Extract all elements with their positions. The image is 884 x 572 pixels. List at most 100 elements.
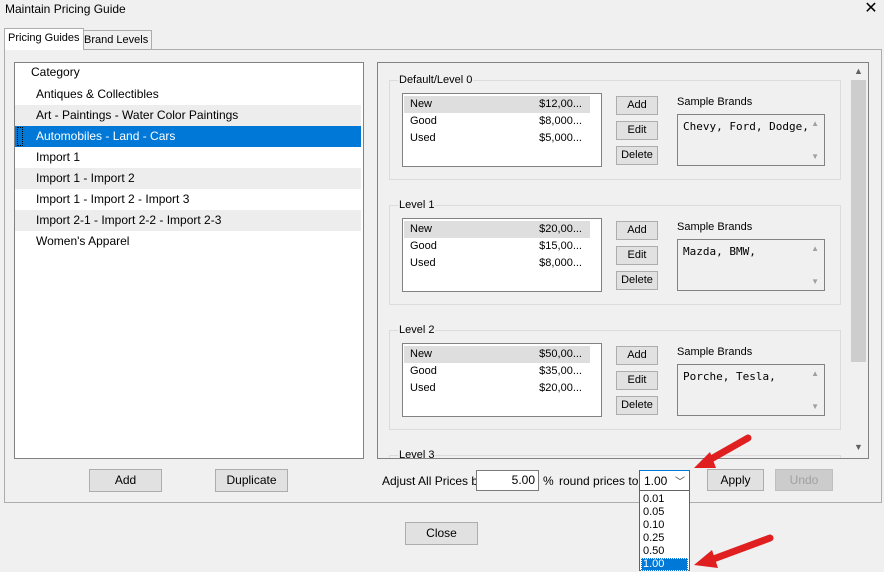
adjust-label: Adjust All Prices by [382,474,485,488]
sample-brands-box[interactable]: Porche, Tesla, ▲ ▼ [677,364,825,416]
price-name: New [410,98,433,110]
price-row[interactable]: Good $8,000... [404,113,590,130]
scroll-down-icon[interactable]: ▼ [811,152,819,161]
round-options-list[interactable]: 0.01 0.05 0.10 0.25 0.50 1.00 [639,490,690,571]
price-list[interactable]: New $12,00... Good $8,000... Used $5,000... [402,93,602,167]
level-group: Level 1 New $20,00... Good $15,00... Used $… [389,199,841,305]
add-category-button[interactable]: Add [89,469,162,492]
scrollbar-thumb[interactable] [851,80,866,362]
round-label: round prices to [559,474,639,488]
scroll-up-icon[interactable]: ▲ [850,66,867,76]
round-option-selected[interactable]: 1.00 [641,558,688,571]
category-item[interactable]: Import 1 - Import 2 [15,168,361,189]
round-dropdown[interactable]: 1.00 ﹀ [639,470,690,491]
sample-brands-text: Porche, Tesla, [683,370,776,383]
category-item[interactable]: Import 2-1 - Import 2-2 - Import 2-3 [15,210,361,231]
round-dropdown-value: 1.00 [644,474,668,488]
price-list[interactable]: New $20,00... Good $15,00... Used $8,000... [402,218,602,292]
edit-price-button[interactable]: Edit [616,246,658,265]
price-name: Good [410,365,437,377]
round-option[interactable]: 0.50 [641,545,688,558]
price-row[interactable]: Good $15,00... [404,238,590,255]
scroll-up-icon[interactable]: ▲ [811,119,819,128]
price-row[interactable]: New $12,00... [404,96,590,113]
close-window-icon[interactable]: ✕ [862,0,880,18]
price-name: Used [410,257,436,269]
price-value: $20,00... [539,382,582,394]
undo-button: Undo [775,469,833,491]
delete-price-button[interactable]: Delete [616,396,658,415]
sample-brands-text: Mazda, BMW, [683,245,756,258]
delete-price-button[interactable]: Delete [616,146,658,165]
price-name: Used [410,382,436,394]
tab-brand-levels[interactable]: Brand Levels [80,30,153,49]
sample-brands-label: Sample Brands [677,221,753,233]
delete-price-button[interactable]: Delete [616,271,658,290]
level-label: Default/Level 0 [398,74,474,86]
levels-panel: Default/Level 0 New $12,00... Good $8,000.… [377,62,869,459]
category-header: Category [31,65,80,79]
sample-brands-box[interactable]: Mazda, BMW, ▲ ▼ [677,239,825,291]
level-group: Level 2 New $50,00... Good $35,00... Used $… [389,324,841,430]
price-name: New [410,223,433,235]
level-label: Level 1 [398,199,436,211]
annotation-arrow-icon [694,434,752,468]
price-row[interactable]: New $20,00... [404,221,590,238]
scroll-up-icon[interactable]: ▲ [811,369,819,378]
price-name: Good [410,240,437,252]
price-row[interactable]: Used $20,00... [404,380,590,397]
focus-indicator [17,127,23,146]
price-row[interactable]: Good $35,00... [404,363,590,380]
duplicate-category-button[interactable]: Duplicate [215,469,288,492]
price-value: $20,00... [539,223,582,235]
level-group: Level 3 [389,449,841,458]
category-item[interactable]: Art - Paintings - Water Color Paintings [15,105,361,126]
round-option[interactable]: 0.05 [641,506,688,519]
add-price-button[interactable]: Add [616,221,658,240]
price-value: $5,000... [539,132,582,144]
category-item[interactable]: Import 1 [15,147,361,168]
category-item[interactable]: Import 1 - Import 2 - Import 3 [15,189,361,210]
scroll-down-icon[interactable]: ▼ [811,402,819,411]
round-option[interactable]: 0.01 [641,493,688,506]
round-option[interactable]: 0.10 [641,519,688,532]
edit-price-button[interactable]: Edit [616,121,658,140]
annotation-arrow-icon [694,534,774,568]
price-row[interactable]: New $50,00... [404,346,590,363]
sample-brands-label: Sample Brands [677,96,753,108]
add-price-button[interactable]: Add [616,96,658,115]
price-row[interactable]: Used $5,000... [404,130,590,147]
price-value: $15,00... [539,240,582,252]
category-item[interactable]: Women's Apparel [15,231,361,252]
scroll-down-icon[interactable]: ▼ [850,442,867,452]
price-value: $8,000... [539,257,582,269]
sample-brands-text: Chevy, Ford, Dodge, [683,120,809,133]
level-label: Level 2 [398,324,436,336]
price-name: New [410,348,433,360]
price-name: Used [410,132,436,144]
category-item[interactable]: Antiques & Collectibles [15,84,361,105]
price-value: $35,00... [539,365,582,377]
price-row[interactable]: Used $8,000... [404,255,590,272]
add-price-button[interactable]: Add [616,346,658,365]
price-value: $12,00... [539,98,582,110]
round-option[interactable]: 0.25 [641,532,688,545]
category-item-selected[interactable]: Automobiles - Land - Cars [15,126,361,147]
price-value: $8,000... [539,115,582,127]
chevron-down-icon[interactable]: ﹀ [675,473,685,488]
scroll-up-icon[interactable]: ▲ [811,244,819,253]
price-name: Good [410,115,437,127]
scroll-down-icon[interactable]: ▼ [811,277,819,286]
tab-pricing-guides[interactable]: Pricing Guides [4,28,84,50]
level-group: Default/Level 0 New $12,00... Good $8,000.… [389,74,841,180]
close-button[interactable]: Close [405,522,478,545]
sample-brands-box[interactable]: Chevy, Ford, Dodge, ▲ ▼ [677,114,825,166]
price-list[interactable]: New $50,00... Good $35,00... Used $20,00... [402,343,602,417]
price-value: $50,00... [539,348,582,360]
edit-price-button[interactable]: Edit [616,371,658,390]
level-label: Level 3 [398,449,436,459]
sample-brands-label: Sample Brands [677,346,753,358]
percent-label: % [543,474,554,488]
adjust-percent-input[interactable]: 5.00 [476,470,539,491]
window-title: Maintain Pricing Guide [5,2,126,16]
